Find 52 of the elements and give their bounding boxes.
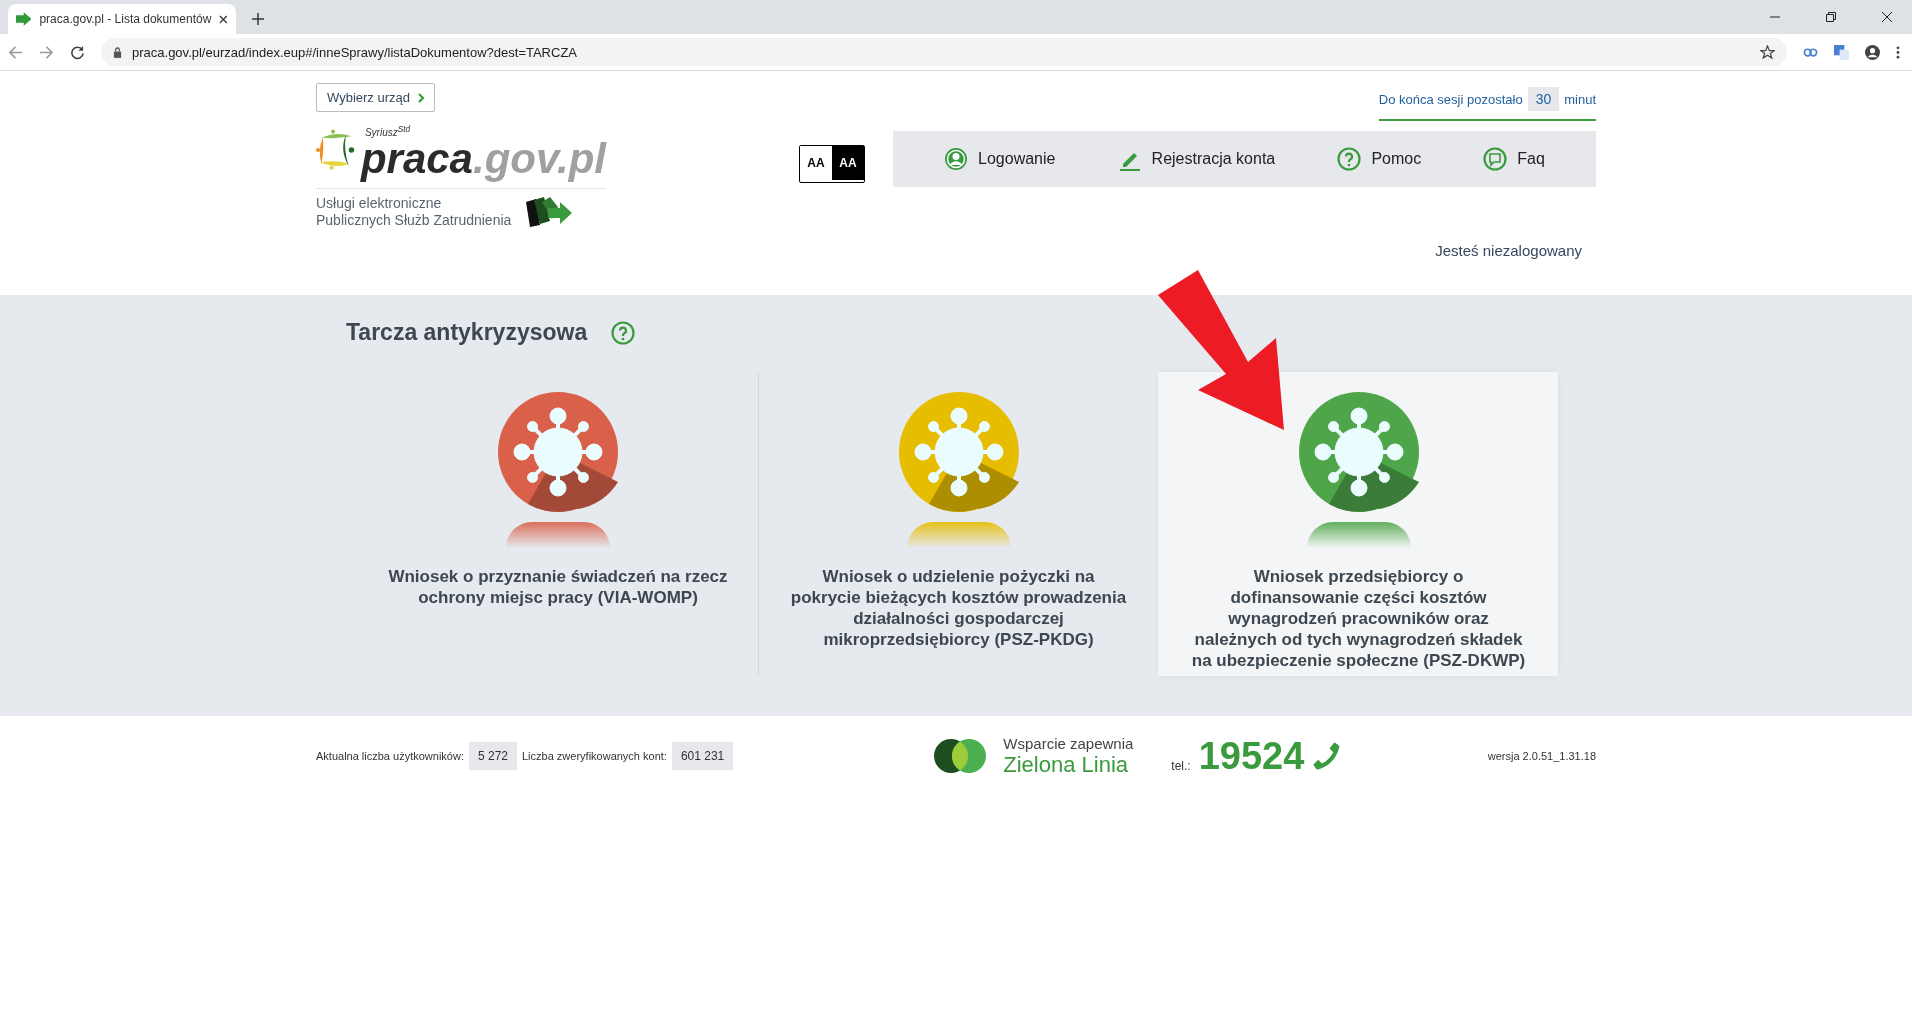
support-text: Wsparcie zapewnia (1003, 734, 1134, 752)
session-minutes: 30 (1527, 87, 1560, 111)
nav-link[interactable]: Rejestracja konta (1117, 147, 1276, 171)
nav-link[interactable]: Logowanie (944, 147, 1056, 171)
phone-number: 19524 (1198, 734, 1305, 778)
section-title: Tarcza antykryzysowa (346, 319, 588, 346)
menu-icon[interactable] (1896, 44, 1900, 60)
login-status: Jesteś niezalogowany (1435, 242, 1582, 259)
chat-icon (1483, 147, 1508, 171)
circles-logo-icon (933, 738, 988, 774)
profile-icon[interactable] (1865, 44, 1880, 60)
stat-label: Aktualna liczba użytkowników: (316, 750, 464, 762)
logo-subtitle: Syriusz$^{Std}$ (364, 123, 412, 138)
document-card[interactable]: Wniosek przedsiębiorcy o dofinansowanie części kosztów wynagrodzeń pracowników oraz należnych od tych wynagrodzeń składek na ubezpieczenie społeczne (PSZ-DKWP) (1158, 372, 1558, 676)
stat-label: Liczba zweryfikowanych kont: (522, 750, 667, 762)
nav-link[interactable]: Faq (1483, 147, 1545, 171)
document-card[interactable]: Wniosek o udzielenie pożyczki na pokrycie bieżących kosztów prowadzenia działalności gospodarczej mikroprzedsiębiorcy (PSZ-PKDG) (758, 372, 1158, 676)
lock-icon (113, 46, 122, 58)
help-icon[interactable] (611, 320, 636, 345)
session-text: Do końca sesji pozostało (1378, 91, 1523, 107)
arrow-icon (16, 12, 32, 26)
star-icon[interactable] (1760, 44, 1775, 60)
back-icon[interactable] (8, 44, 23, 60)
stat-value: 601 231 (671, 742, 734, 770)
card-title: Wniosek przedsiębiorcy o dofinansowanie części kosztów wynagrodzeń pracowników oraz należnych od tych wynagrodzeń składek na ubezpieczenie społeczne (PSZ-DKWP) (1190, 566, 1527, 671)
contrast-toggle[interactable]: AA (832, 146, 864, 180)
select-office-button[interactable]: Wybierz urząd (316, 83, 435, 112)
tagline-text: Usługi elektroniczne (316, 195, 443, 212)
nav-link[interactable]: Pomoc (1337, 147, 1422, 171)
tab-title: praca.gov.pl - Lista dokumentów (39, 12, 212, 26)
stat-value: 5 272 (468, 742, 517, 770)
forward-icon[interactable] (39, 44, 54, 60)
user-icon (944, 147, 969, 171)
address-bar[interactable]: praca.gov.pl/eurzad/index.eup#/inneSprawy/listaDokumentow?dest=TARCZA (101, 38, 1787, 66)
session-text: minut (1564, 91, 1596, 107)
card-title: Wniosek o przyznanie świadczeń na rzecz ochrony miejsc pracy (VIA-WOMP) (388, 566, 728, 608)
card-title: Wniosek o udzielenie pożyczki na pokrycie bieżących kosztów prowadzenia działalności gospodarczej mikroprzedsiębiorcy (PSZ-PKDG) (789, 566, 1128, 650)
close-icon[interactable] (219, 14, 228, 24)
url-text: praca.gov.pl/eurzad/index.eup#/inneSprawy/listaDokumentow?dest=TARCZA (132, 44, 577, 60)
help-icon (1337, 147, 1362, 171)
close-icon[interactable] (1882, 12, 1892, 22)
browser-tab[interactable]: praca.gov.pl - Lista dokumentów (8, 4, 236, 34)
hotline-name: Zielona Linia (1003, 751, 1129, 778)
reload-icon[interactable] (70, 44, 85, 60)
version-text: wersja 2.0.51_1.31.18 (1487, 750, 1596, 762)
tagline-text: Publicznych Służb Zatrudnienia (316, 212, 512, 229)
new-tab-icon[interactable] (252, 13, 264, 25)
document-card[interactable]: Wniosek o przyznanie świadczeń na rzecz ochrony miejsc pracy (VIA-WOMP) (358, 372, 758, 676)
restore-icon[interactable] (1826, 12, 1836, 22)
logo-text: praca.gov.pl (360, 138, 606, 180)
chevron-icon (417, 92, 424, 103)
phone-label: tel.: (1171, 759, 1191, 773)
